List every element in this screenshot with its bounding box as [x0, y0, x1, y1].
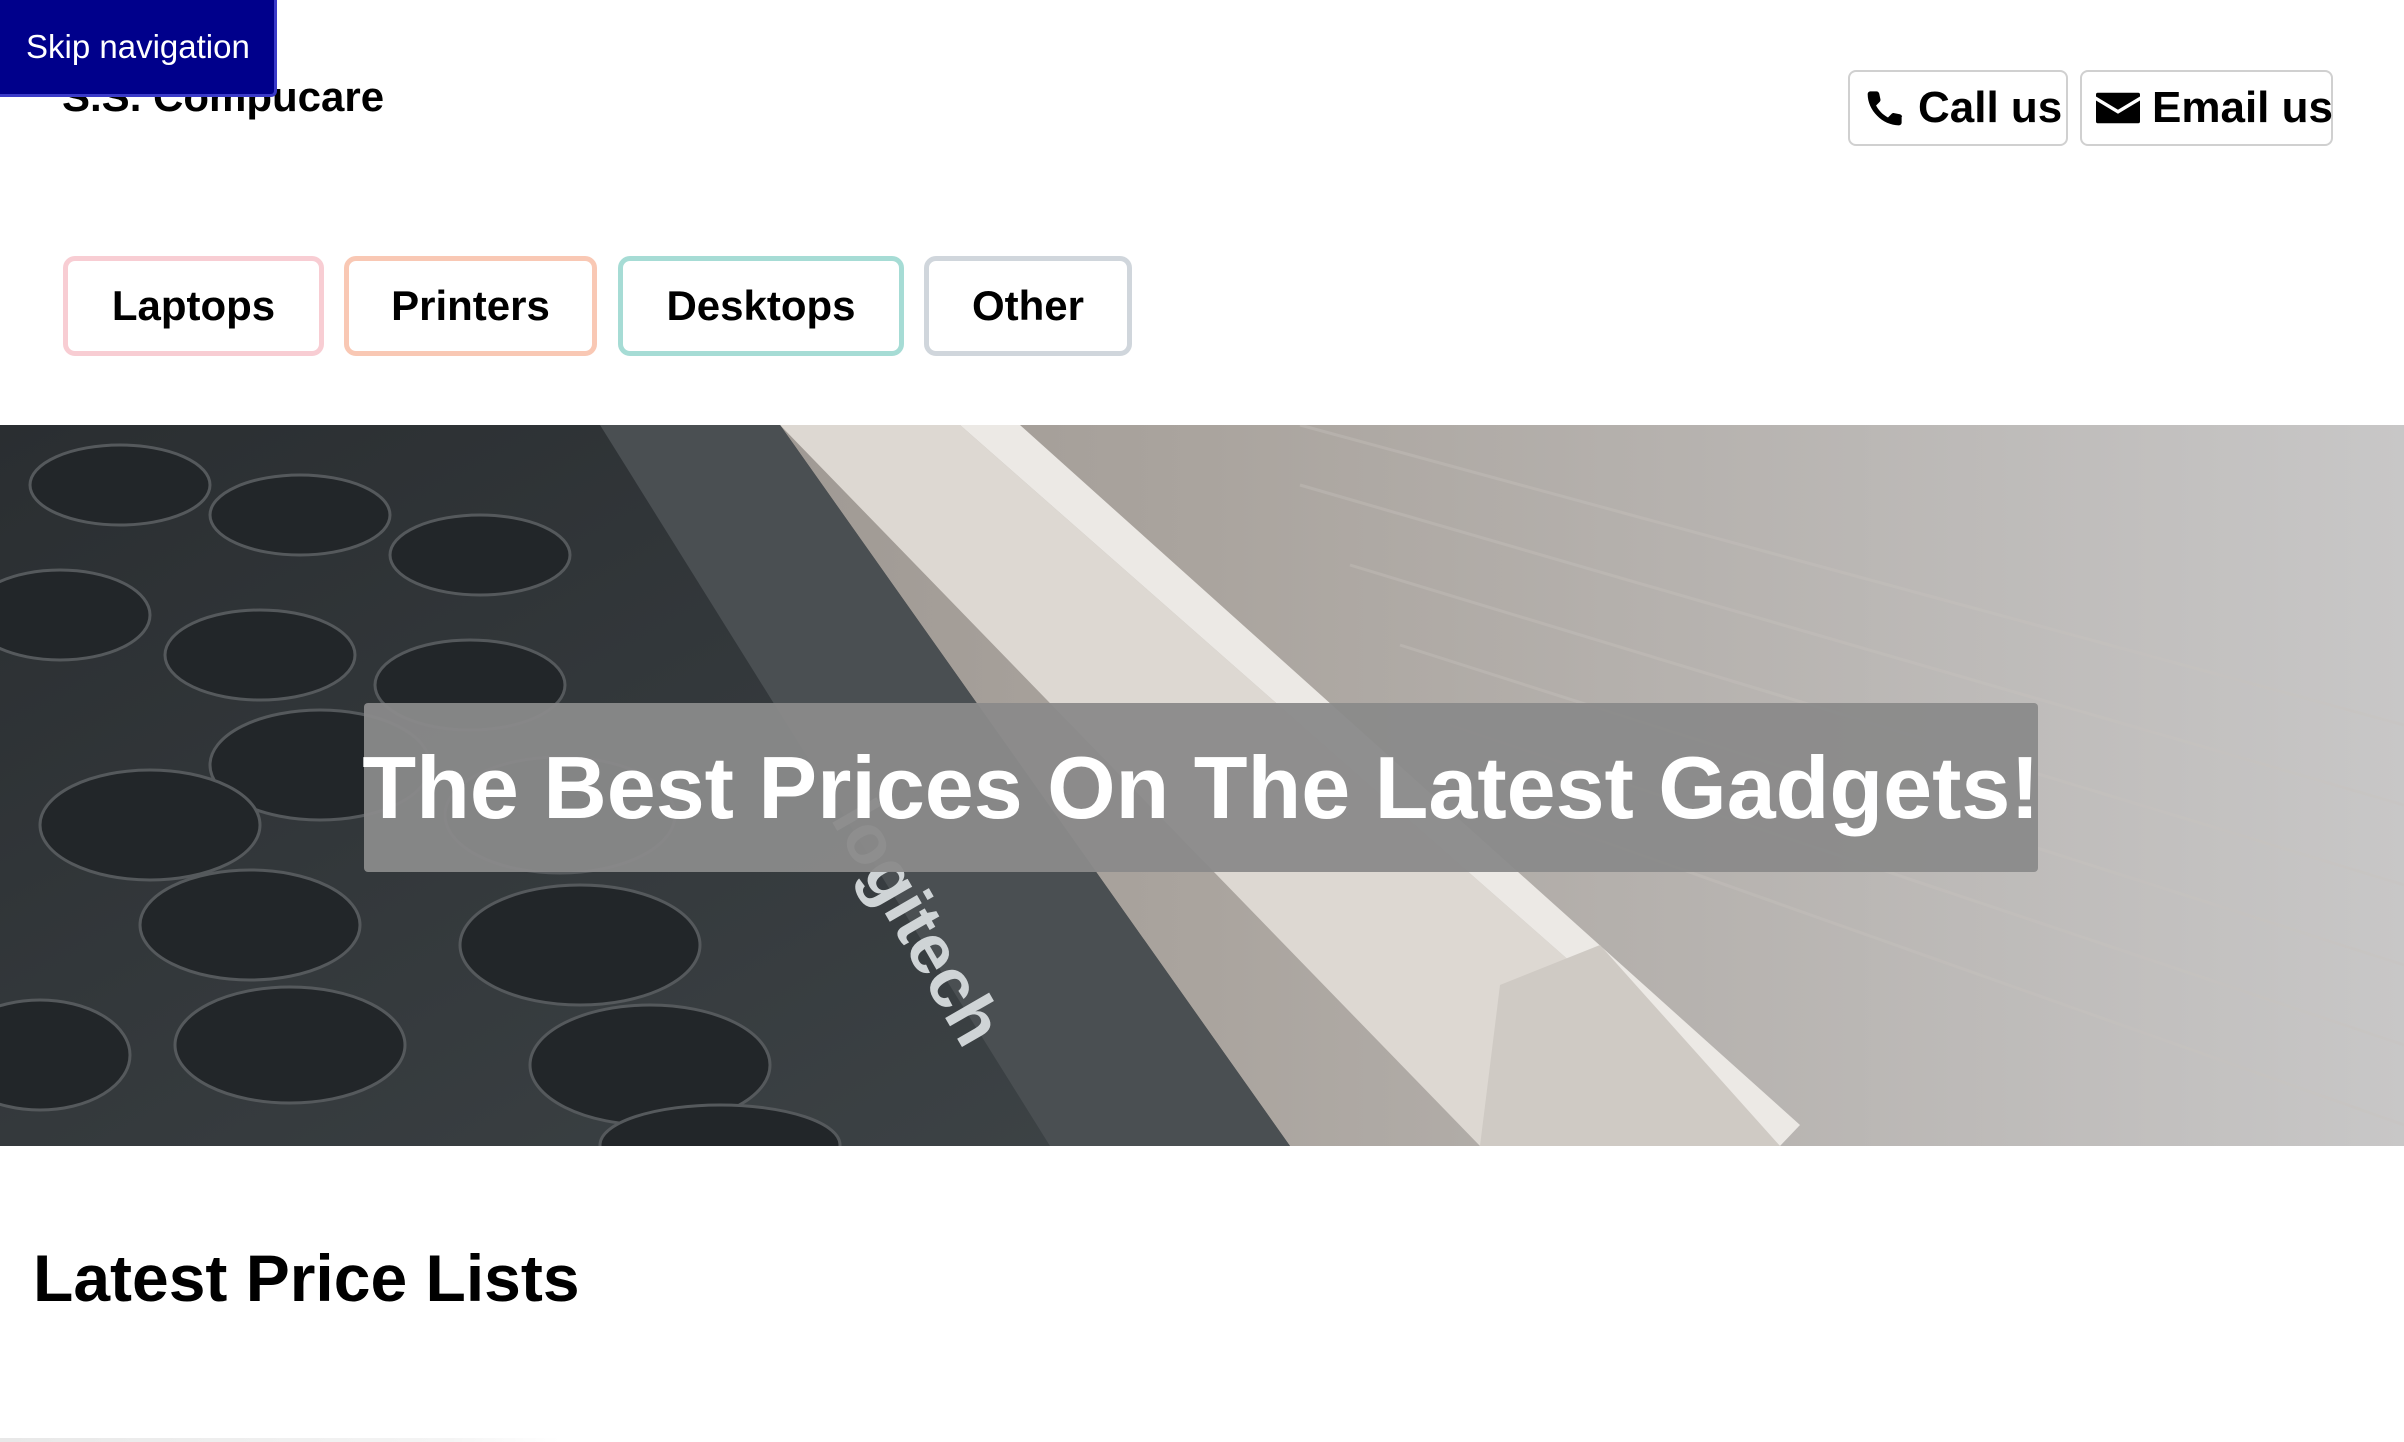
category-laptops-button[interactable]: Laptops — [63, 256, 324, 356]
hero-banner-image: logitech The Best Prices On The Latest G… — [0, 425, 2404, 1146]
email-us-button[interactable]: Email us — [2080, 70, 2333, 146]
call-us-label: Call us — [1918, 83, 2063, 132]
email-us-label: Email us — [2152, 83, 2333, 132]
category-desktops-button[interactable]: Desktops — [618, 256, 904, 356]
category-printers-button[interactable]: Printers — [344, 256, 597, 356]
call-us-button[interactable]: Call us — [1848, 70, 2068, 146]
envelope-icon — [2096, 90, 2140, 126]
category-other-button[interactable]: Other — [924, 256, 1132, 356]
skip-navigation-link[interactable]: Skip navigation — [0, 0, 277, 97]
phone-icon — [1864, 87, 1906, 129]
price-list-card-edge — [0, 1438, 560, 1442]
hero-headline: The Best Prices On The Latest Gadgets! — [362, 703, 2040, 872]
section-title-latest-price-lists: Latest Price Lists — [33, 1241, 580, 1315]
